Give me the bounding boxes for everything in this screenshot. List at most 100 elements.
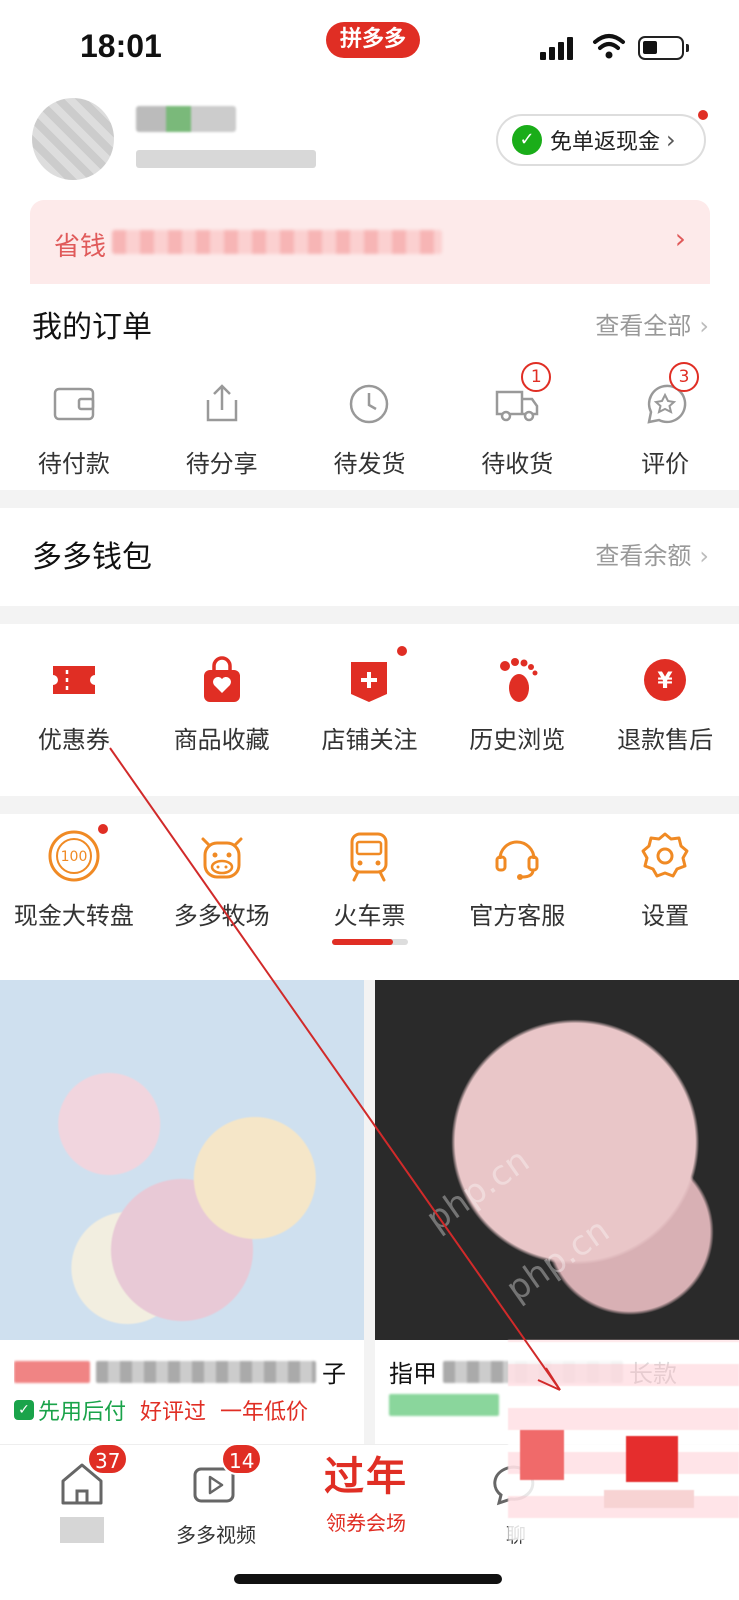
cashback-label: 免单返现金 bbox=[550, 130, 661, 155]
order-label: 待收货 bbox=[481, 450, 554, 478]
train-ticket-entry[interactable]: 火车票 bbox=[296, 828, 444, 931]
notification-dot bbox=[95, 822, 110, 836]
mosaic-block bbox=[604, 1490, 694, 1508]
mosaic-block bbox=[626, 1436, 678, 1482]
divider bbox=[0, 490, 739, 508]
service-label: 店铺关注 bbox=[321, 726, 418, 754]
svg-text:¥: ¥ bbox=[657, 669, 673, 694]
store-follow-entry[interactable]: 店铺关注 bbox=[296, 644, 444, 755]
refund-icon: ¥ bbox=[637, 652, 693, 708]
chevron-right-icon: › bbox=[674, 222, 686, 255]
savings-text-redacted bbox=[112, 230, 442, 254]
tag-low-price: 一年低价 bbox=[220, 1400, 309, 1425]
orders-title: 我的订单 bbox=[32, 310, 152, 345]
redacted-mosaic bbox=[508, 1340, 739, 1540]
order-pending-payment[interactable]: 待付款 bbox=[0, 376, 148, 479]
service-label: 商品收藏 bbox=[173, 726, 270, 754]
coupon-entry[interactable]: 优惠券 bbox=[0, 652, 148, 755]
title-suffix: 子 bbox=[322, 1360, 346, 1388]
product-image-press-on-nails[interactable] bbox=[375, 980, 739, 1340]
tool-label: 多多牧场 bbox=[173, 902, 270, 930]
tab-label: 领券会场 bbox=[326, 1511, 406, 1535]
chevron-right-icon: › bbox=[666, 126, 676, 154]
chevron-right-icon: › bbox=[699, 312, 709, 340]
duoduo-farm-entry[interactable]: 多多牧场 bbox=[148, 828, 296, 931]
product-tags: ✓ 先用后付 好评过 一年低价 bbox=[14, 1394, 354, 1426]
wallet-icon bbox=[46, 376, 102, 432]
service-label: 历史浏览 bbox=[469, 726, 566, 754]
tool-label: 设置 bbox=[641, 902, 690, 930]
wallet-section[interactable]: 多多钱包 查看余额 › bbox=[0, 508, 739, 606]
tool-label: 现金大转盘 bbox=[13, 902, 134, 930]
avatar[interactable] bbox=[32, 98, 114, 180]
view-all-orders-link[interactable]: 查看全部 › bbox=[595, 306, 709, 341]
wallet-title: 多多钱包 bbox=[32, 540, 152, 575]
title-redacted bbox=[96, 1360, 316, 1383]
product-title: 子 bbox=[14, 1354, 354, 1389]
home-badge: 37 bbox=[87, 1443, 129, 1475]
app-name-pill: 拼多多 bbox=[326, 22, 421, 58]
savings-banner[interactable]: 省钱 › bbox=[30, 200, 710, 284]
customer-service-entry[interactable]: 官方客服 bbox=[443, 828, 591, 931]
order-pending-shipment[interactable]: 待发货 bbox=[296, 376, 444, 479]
tag-text: 先用后付 bbox=[38, 1400, 127, 1425]
settings-entry[interactable]: 设置 bbox=[591, 828, 739, 931]
notification-dot bbox=[395, 644, 410, 658]
train-icon bbox=[341, 828, 397, 884]
tag-redacted bbox=[389, 1394, 499, 1416]
view-balance-link[interactable]: 查看余额 › bbox=[595, 536, 709, 571]
order-label: 评价 bbox=[641, 450, 690, 478]
gear-icon bbox=[637, 828, 693, 884]
order-review[interactable]: 3 评价 bbox=[591, 362, 739, 479]
product-image-paper-cups[interactable] bbox=[0, 980, 364, 1340]
tab-label: 多多视频 bbox=[176, 1523, 256, 1547]
wheel-icon: 100 bbox=[46, 822, 110, 884]
order-pending-receipt[interactable]: 1 待收货 bbox=[443, 362, 591, 479]
tools-section: 100 现金大转盘 多多牧场 火车票 官方客服 设置 bbox=[0, 814, 739, 974]
title-redacted bbox=[14, 1360, 90, 1383]
cow-icon bbox=[194, 828, 250, 884]
review-icon: 3 bbox=[637, 362, 700, 432]
favorites-entry[interactable]: 商品收藏 bbox=[148, 652, 296, 755]
truck-icon: 1 bbox=[489, 362, 552, 432]
divider bbox=[0, 796, 739, 814]
service-label: 退款售后 bbox=[617, 726, 714, 754]
tag-good-review: 好评过 bbox=[140, 1400, 207, 1425]
pay-later-icon: ✓ bbox=[14, 1400, 34, 1420]
tool-label: 官方客服 bbox=[469, 902, 566, 930]
refund-entry[interactable]: ¥ 退款售后 bbox=[591, 652, 739, 755]
video-badge: 14 bbox=[221, 1443, 263, 1475]
tools-scroll-indicator-fill bbox=[332, 939, 393, 945]
view-balance-label: 查看余额 bbox=[595, 542, 692, 570]
wifi-icon bbox=[593, 34, 625, 59]
savings-label: 省钱 bbox=[54, 232, 107, 262]
title-prefix: 指甲 bbox=[389, 1360, 437, 1388]
battery-icon bbox=[638, 36, 689, 60]
history-entry[interactable]: 历史浏览 bbox=[443, 652, 591, 755]
orders-section: 我的订单 查看全部 › 待付款 待分享 待发货 1 待收货 3 评价 bbox=[0, 284, 739, 490]
cellular-signal-icon bbox=[540, 36, 574, 60]
receipt-count-badge: 1 bbox=[521, 362, 552, 392]
tab-festival-coupons[interactable]: 过年 领券会场 bbox=[306, 1453, 426, 1536]
clock-icon bbox=[341, 376, 397, 432]
wheel-glyph: 100 bbox=[61, 849, 88, 865]
status-bar: 18:01 拼多多 bbox=[0, 0, 739, 90]
share-icon bbox=[194, 376, 250, 432]
divider bbox=[0, 606, 739, 624]
status-time: 18:01 bbox=[80, 28, 162, 64]
tab-video[interactable]: 14 多多视频 bbox=[156, 1443, 276, 1548]
free-order-cashback-button[interactable]: ✓ 免单返现金 › bbox=[496, 108, 710, 166]
tab-home[interactable]: 37 bbox=[22, 1443, 142, 1543]
user-id-redacted bbox=[136, 150, 316, 168]
order-pending-share[interactable]: 待分享 bbox=[148, 376, 296, 479]
product-card[interactable]: 子 ✓ 先用后付 好评过 一年低价 bbox=[0, 980, 364, 1450]
username-redacted[interactable] bbox=[136, 106, 236, 132]
divider bbox=[364, 980, 375, 1450]
tool-label: 火车票 bbox=[333, 902, 406, 930]
home-indicator bbox=[234, 1574, 502, 1584]
view-all-label: 查看全部 bbox=[595, 312, 692, 340]
order-label: 待分享 bbox=[185, 450, 258, 478]
coupon-icon bbox=[46, 652, 102, 708]
chevron-right-icon: › bbox=[699, 542, 709, 570]
cash-wheel-entry[interactable]: 100 现金大转盘 bbox=[0, 822, 148, 931]
